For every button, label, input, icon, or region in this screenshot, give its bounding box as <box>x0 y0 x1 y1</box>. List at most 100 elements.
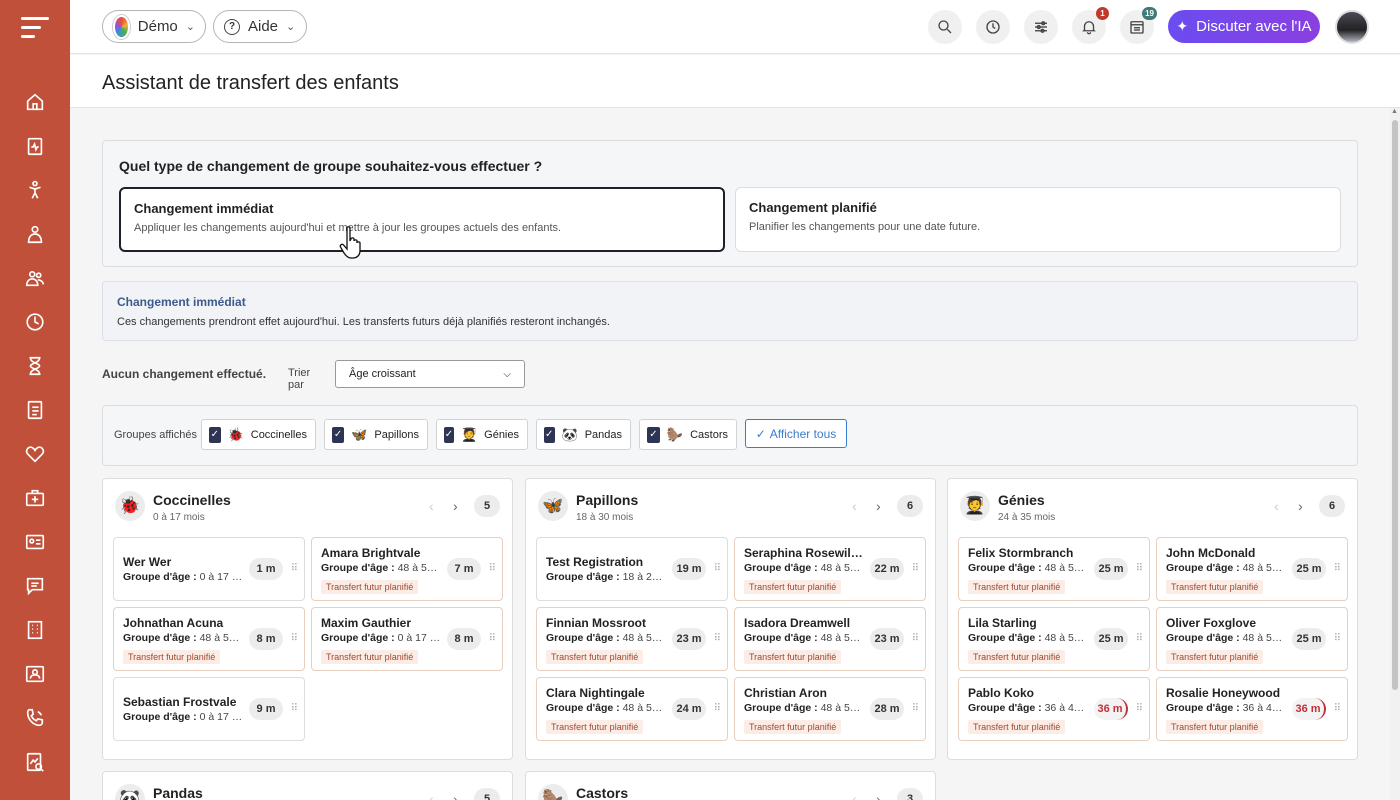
child-card[interactable]: Maxim Gauthier Groupe d'âge : 0 à 17 mois… <box>311 607 503 671</box>
drag-handle-icon[interactable]: ⠿ <box>1136 563 1143 574</box>
message-icon[interactable] <box>23 574 47 598</box>
child-card[interactable]: Test Registration Groupe d'âge : 18 à 23 … <box>536 537 728 601</box>
drag-handle-icon[interactable]: ⠿ <box>714 633 721 644</box>
scrollbar[interactable]: ▲ <box>1390 108 1400 800</box>
change-type-card: Quel type de changement de groupe souhai… <box>102 140 1358 267</box>
group-chip[interactable]: ✓ 🧑‍🎓 Génies <box>436 419 528 450</box>
prev-page-icon[interactable]: ‹ <box>852 498 857 514</box>
drag-handle-icon[interactable]: ⠿ <box>714 703 721 714</box>
show-all-button[interactable]: ✓ Afficher tous <box>745 419 847 448</box>
drag-handle-icon[interactable]: ⠿ <box>291 563 298 574</box>
option-planned-change[interactable]: Changement planifié Planifier les change… <box>735 187 1341 252</box>
group-chip[interactable]: ✓ 🐼 Pandas <box>536 419 631 450</box>
child-card[interactable]: Finnian Mossroot Groupe d'âge : 48 à 59 m… <box>536 607 728 671</box>
next-page-icon[interactable]: › <box>453 791 458 800</box>
child-card[interactable]: Oliver Foxglove Groupe d'âge : 48 à 59 mo… <box>1156 607 1348 671</box>
child-card[interactable]: Johnathan Acuna Groupe d'âge : 48 à 59 mo… <box>113 607 305 671</box>
users-icon[interactable] <box>23 266 47 290</box>
child-name: Pablo Koko <box>968 686 1035 700</box>
age-prefix: Groupe d'âge : <box>1166 702 1240 714</box>
settings-button[interactable] <box>1024 10 1058 44</box>
groups-label: Groupes affichés <box>114 429 197 441</box>
prev-page-icon[interactable]: ‹ <box>852 791 857 800</box>
drag-handle-icon[interactable]: ⠿ <box>291 633 298 644</box>
clock-icon[interactable] <box>23 310 47 334</box>
calendar-button[interactable]: 19 <box>1120 7 1157 44</box>
drag-handle-icon[interactable]: ⠿ <box>1334 563 1341 574</box>
drag-handle-icon[interactable]: ⠿ <box>1136 703 1143 714</box>
sort-select[interactable]: Âge croissant ⌵ <box>335 360 525 388</box>
option-immediate-change[interactable]: Changement immédiat Appliquer les change… <box>119 187 725 252</box>
drag-handle-icon[interactable]: ⠿ <box>489 563 496 574</box>
scroll-up-icon[interactable]: ▲ <box>1391 108 1398 115</box>
search-button[interactable] <box>928 10 962 44</box>
building-icon[interactable] <box>23 618 47 642</box>
checkbox-checked-icon[interactable]: ✓ <box>209 426 221 443</box>
next-page-icon[interactable]: › <box>1298 498 1303 514</box>
drag-handle-icon[interactable]: ⠿ <box>1334 703 1341 714</box>
child-card[interactable]: Amara Brightvale Groupe d'âge : 48 à 59 m… <box>311 537 503 601</box>
group-chip[interactable]: ✓ 🦋 Papillons <box>324 419 428 450</box>
child-card[interactable]: Rosalie Honeywood Groupe d'âge : 36 à 47 … <box>1156 677 1348 741</box>
checkbox-checked-icon[interactable]: ✓ <box>444 426 454 443</box>
child-card[interactable]: Wer Wer Groupe d'âge : 0 à 17 mois 1 m ⠿ <box>113 537 305 601</box>
ai-chat-button[interactable]: ✦ Discuter avec l'IA <box>1168 10 1320 43</box>
group-count-badge: 6 <box>1319 495 1345 517</box>
drag-handle-icon[interactable]: ⠿ <box>912 633 919 644</box>
next-page-icon[interactable]: › <box>876 791 881 800</box>
phone-icon[interactable] <box>23 706 47 730</box>
checkbox-checked-icon[interactable]: ✓ <box>332 426 345 443</box>
hourglass-icon[interactable] <box>23 354 47 378</box>
age-prefix: Groupe d'âge : <box>321 562 395 574</box>
contact-icon[interactable] <box>23 662 47 686</box>
drag-handle-icon[interactable]: ⠿ <box>912 563 919 574</box>
group-chip[interactable]: ✓ 🦫 Castors <box>639 419 737 450</box>
scrollbar-thumb[interactable] <box>1392 120 1398 690</box>
next-page-icon[interactable]: › <box>876 498 881 514</box>
child-card[interactable]: Christian Aron Groupe d'âge : 48 à 59 moi… <box>734 677 926 741</box>
age-prefix: Groupe d'âge : <box>744 702 818 714</box>
child-age-months: 36 m <box>1094 698 1128 720</box>
history-button[interactable] <box>976 10 1010 44</box>
drag-handle-icon[interactable]: ⠿ <box>714 563 721 574</box>
drag-handle-icon[interactable]: ⠿ <box>291 703 298 714</box>
prev-page-icon[interactable]: ‹ <box>1274 498 1279 514</box>
clipboard-pulse-icon[interactable] <box>23 134 47 158</box>
drag-handle-icon[interactable]: ⠿ <box>1136 633 1143 644</box>
staff-icon[interactable] <box>23 222 47 246</box>
notifications-button[interactable]: 1 <box>1072 7 1109 44</box>
hamburger-icon[interactable] <box>21 17 49 39</box>
drag-handle-icon[interactable]: ⠿ <box>489 633 496 644</box>
checkbox-checked-icon[interactable]: ✓ <box>647 426 660 443</box>
checkbox-checked-icon[interactable]: ✓ <box>544 426 555 443</box>
group-chip-label: Génies <box>484 428 519 441</box>
next-page-icon[interactable]: › <box>453 498 458 514</box>
id-card-icon[interactable] <box>23 530 47 554</box>
drag-handle-icon[interactable]: ⠿ <box>912 703 919 714</box>
child-card[interactable]: Pablo Koko Groupe d'âge : 36 à 47 mois Tra… <box>958 677 1150 741</box>
group-name: Pandas <box>153 785 203 800</box>
prev-page-icon[interactable]: ‹ <box>429 791 434 800</box>
drag-handle-icon[interactable]: ⠿ <box>1334 633 1341 644</box>
report-icon[interactable] <box>23 750 47 774</box>
checklist-icon[interactable] <box>23 398 47 422</box>
child-card[interactable]: Felix Stormbranch Groupe d'âge : 48 à 59 … <box>958 537 1150 601</box>
help-dropdown[interactable]: ? Aide ⌄ <box>213 10 307 43</box>
group-name: Papillons <box>576 492 639 508</box>
child-card[interactable]: Clara Nightingale Groupe d'âge : 48 à 59 … <box>536 677 728 741</box>
user-avatar[interactable] <box>1335 10 1369 44</box>
child-card[interactable]: John McDonald Groupe d'âge : 48 à 59 mois… <box>1156 537 1348 601</box>
child-icon[interactable] <box>23 178 47 202</box>
child-name: Sebastian Frostvale <box>123 695 237 709</box>
demo-dropdown[interactable]: Démo ⌄ <box>102 10 206 43</box>
child-card[interactable]: Isadora Dreamwell Groupe d'âge : 48 à 59 … <box>734 607 926 671</box>
child-card[interactable]: Sebastian Frostvale Groupe d'âge : 0 à 17… <box>113 677 305 741</box>
heart-icon[interactable] <box>23 442 47 466</box>
medical-kit-icon[interactable] <box>23 486 47 510</box>
child-card[interactable]: Lila Starling Groupe d'âge : 48 à 59 mois… <box>958 607 1150 671</box>
group-chip[interactable]: ✓ 🐞 Coccinelles <box>201 419 316 450</box>
home-icon[interactable] <box>23 90 47 114</box>
prev-page-icon[interactable]: ‹ <box>429 498 434 514</box>
future-transfer-tag: Transfert futur planifié <box>744 650 842 664</box>
child-card[interactable]: Seraphina Rosewillow Groupe d'âge : 48 à … <box>734 537 926 601</box>
